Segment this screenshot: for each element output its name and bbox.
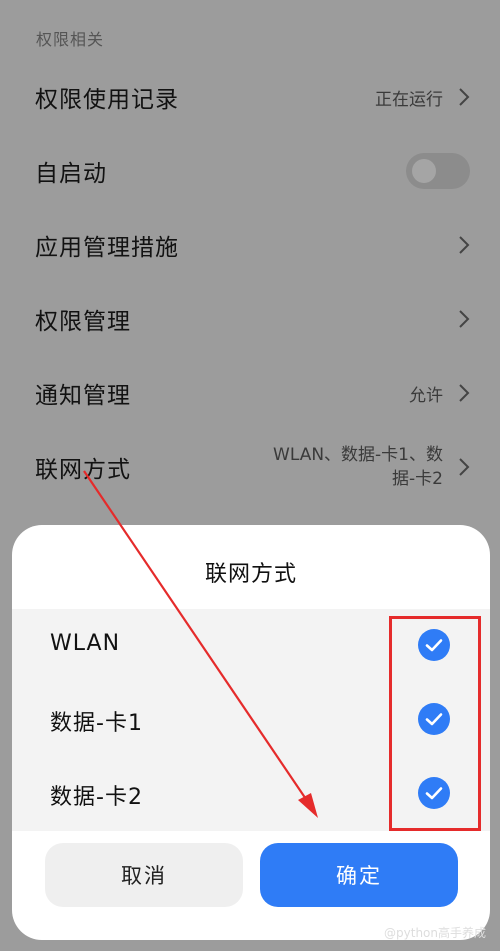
permission-record-row[interactable]: 权限使用记录 正在运行 [0,67,500,127]
network-mode-dialog: 联网方式 WLAN 数据-卡1 数据-卡2 取消 确定 [12,525,490,940]
chevron-right-icon [458,235,470,255]
chevron-right-icon [458,87,470,107]
app-management-label: 应用管理措施 [35,235,179,261]
permission-record-label: 权限使用记录 [35,87,179,113]
app-settings-screen: 权限相关 权限使用记录 正在运行 自启动 应用管理措施 权限管理 通知管理 允许… [0,0,500,951]
network-mode-label: 联网方式 [35,457,131,483]
network-mode-value-line1: WLAN、数据-卡1、数 [273,445,443,465]
dialog-title: 联网方式 [204,562,297,587]
cancel-button[interactable]: 取消 [45,843,243,907]
section-header: 权限相关 [36,30,105,49]
chevron-right-icon [458,383,470,403]
notification-management-row[interactable]: 通知管理 允许 [0,363,500,423]
app-management-row[interactable]: 应用管理措施 [0,215,500,275]
annotation-highlight-box [389,616,481,831]
permission-management-row[interactable]: 权限管理 [0,289,500,349]
autostart-row: 自启动 [0,141,500,201]
confirm-button[interactable]: 确定 [260,843,458,907]
autostart-label: 自启动 [35,161,107,187]
autostart-toggle[interactable] [406,153,470,189]
toggle-knob [412,159,436,183]
chevron-right-icon [458,309,470,329]
notification-management-label: 通知管理 [35,383,131,409]
watermark: @python高手养成 [384,926,486,940]
network-mode-value-line2: 据-卡2 [392,469,443,489]
network-mode-value: WLAN、数据-卡1、数 据-卡2 [253,443,443,491]
permission-management-label: 权限管理 [35,309,131,335]
option-label: WLAN [50,631,121,656]
option-label: 数据-卡2 [50,785,143,810]
notification-management-value: 允许 [409,385,443,406]
network-mode-row[interactable]: 联网方式 WLAN、数据-卡1、数 据-卡2 [0,437,500,497]
permission-record-value: 正在运行 [375,89,443,110]
chevron-right-icon [458,457,470,477]
option-label: 数据-卡1 [50,711,143,736]
